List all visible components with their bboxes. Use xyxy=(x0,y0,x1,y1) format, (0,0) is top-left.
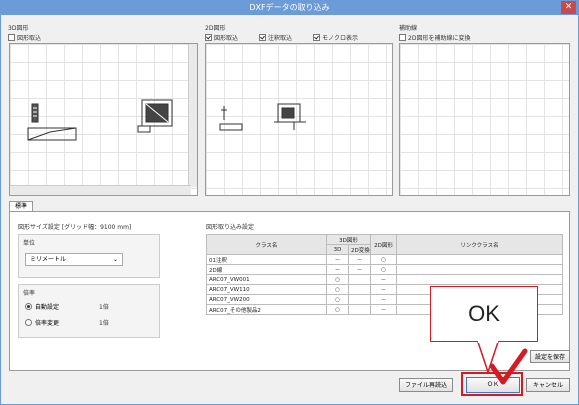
checkbox-label: 注釈取込 xyxy=(268,35,293,42)
convert-aux-checkbox[interactable]: 2D図形を補助線に変換 xyxy=(399,33,470,42)
checkbox-box[interactable] xyxy=(399,34,406,41)
cell-c3d: ○ xyxy=(326,304,349,315)
cell-c2d xyxy=(348,304,371,315)
cell-c3d: － xyxy=(326,254,349,265)
cell-name: ARC07_VW001 xyxy=(206,274,327,285)
header-3d-sub: 3D xyxy=(326,244,349,255)
cell-link xyxy=(396,264,563,275)
header-link: リンククラス名 xyxy=(396,234,563,255)
cell-link xyxy=(396,254,563,265)
checkbox-label: 2D図形を補助線に変換 xyxy=(408,35,471,42)
cell-c3d: ○ xyxy=(326,294,349,305)
reload-file-button[interactable]: ファイル再読込 xyxy=(399,378,453,392)
checkbox-label: 図形取込 xyxy=(214,35,239,42)
header-2d-convert: 2D変換 xyxy=(348,244,371,255)
monochrome-checkbox[interactable]: モノクロ表示 xyxy=(313,33,358,42)
header-class: クラス名 xyxy=(206,234,327,255)
cell-name: ARC07_VW110 xyxy=(206,284,327,295)
checkbox-label: 図形取込 xyxy=(17,35,42,42)
cell-name: ARC07_その他製品2 xyxy=(206,304,327,315)
preview-2d-drawing xyxy=(219,103,306,131)
chevron-down-icon: ⌄ xyxy=(112,256,118,263)
header-2d: 2D図形 xyxy=(370,234,397,255)
horizontal-scrollbar[interactable] xyxy=(10,185,191,195)
size-settings-title: 図形サイズ設定 [グリッド幅：9100 mm] xyxy=(18,224,132,231)
checkbox-box[interactable] xyxy=(8,34,15,41)
cell-link xyxy=(396,274,563,285)
checkbox-box[interactable] xyxy=(205,34,212,41)
unit-select-value: ミリメートル xyxy=(30,256,67,263)
cell-c3d: ○ xyxy=(326,274,349,285)
vertical-scrollbar[interactable] xyxy=(188,44,197,187)
unit-group: 単位 ミリメートル ⌄ xyxy=(18,234,160,278)
cell-fig: － xyxy=(370,274,397,285)
section-aux-label: 補助線 xyxy=(399,25,418,32)
window-title: DXFデータの取り込み xyxy=(249,3,330,12)
preview-2d-panel[interactable] xyxy=(205,43,393,196)
preview-3d-drawing xyxy=(27,99,173,141)
radio-dot[interactable] xyxy=(25,319,32,326)
header-3d-group: 3D図形 xyxy=(326,234,371,245)
section-3d-label: 3D図形 xyxy=(8,25,29,32)
preview-aux-panel[interactable] xyxy=(399,43,570,196)
change-scale-radio[interactable]: 倍率変更 xyxy=(25,318,59,327)
annotation-import-checkbox[interactable]: 注釈取込 xyxy=(259,33,292,42)
cell-c2d xyxy=(348,294,371,305)
cell-c2d xyxy=(348,274,371,285)
checkmark-icon xyxy=(489,348,528,385)
table-row[interactable]: 2D線－－ ○ xyxy=(206,264,563,275)
save-settings-button[interactable]: 設定を保存 xyxy=(530,350,570,363)
cell-name: ARC07_VW200 xyxy=(206,294,327,305)
table-row[interactable]: 01注釈－－ ○ xyxy=(206,254,563,265)
table-row[interactable]: ARC07_VW001 ○ － xyxy=(206,274,563,285)
checkbox-box[interactable] xyxy=(259,34,266,41)
cell-fig: － xyxy=(370,304,397,315)
scale-label: 倍率 xyxy=(23,290,36,297)
cell-fig: － xyxy=(370,294,397,305)
cell-c2d: － xyxy=(348,254,371,265)
close-button[interactable]: ✕ xyxy=(561,1,576,14)
ok-callout: OK xyxy=(430,286,538,342)
radio-label: 自動設定 xyxy=(35,304,60,311)
auto-scale-value: 1倍 xyxy=(99,304,109,311)
checkbox-label: モノクロ表示 xyxy=(322,35,359,42)
cell-c2d xyxy=(348,284,371,295)
3d-import-checkbox[interactable]: 図形取込 xyxy=(8,33,41,42)
cell-fig: ○ xyxy=(370,264,397,275)
scale-group: 倍率 自動設定 1倍 倍率変更 1倍 xyxy=(18,284,160,338)
cancel-button[interactable]: キャンセル xyxy=(526,378,570,392)
cell-name: 01注釈 xyxy=(206,254,327,265)
cell-c3d: － xyxy=(326,264,349,275)
title-bar: DXFデータの取り込み ✕ xyxy=(1,1,578,15)
cell-c2d: － xyxy=(348,264,371,275)
cell-fig: － xyxy=(370,284,397,295)
section-2d-label: 2D図形 xyxy=(205,25,226,32)
radio-dot[interactable] xyxy=(25,303,32,310)
preview-3d-panel[interactable] xyxy=(9,43,198,196)
radio-label: 倍率変更 xyxy=(35,320,60,327)
unit-label: 単位 xyxy=(23,240,36,247)
auto-scale-radio[interactable]: 自動設定 xyxy=(25,302,59,311)
cell-name: 2D線 xyxy=(206,264,327,275)
cell-fig: ○ xyxy=(370,254,397,265)
cell-c3d: ○ xyxy=(326,284,349,295)
unit-select[interactable]: ミリメートル ⌄ xyxy=(25,253,123,266)
import-settings-title: 図形取り込み設定 xyxy=(206,224,255,231)
change-scale-value: 1倍 xyxy=(99,320,109,327)
checkbox-box[interactable] xyxy=(313,34,320,41)
2d-import-checkbox[interactable]: 図形取込 xyxy=(205,33,238,42)
